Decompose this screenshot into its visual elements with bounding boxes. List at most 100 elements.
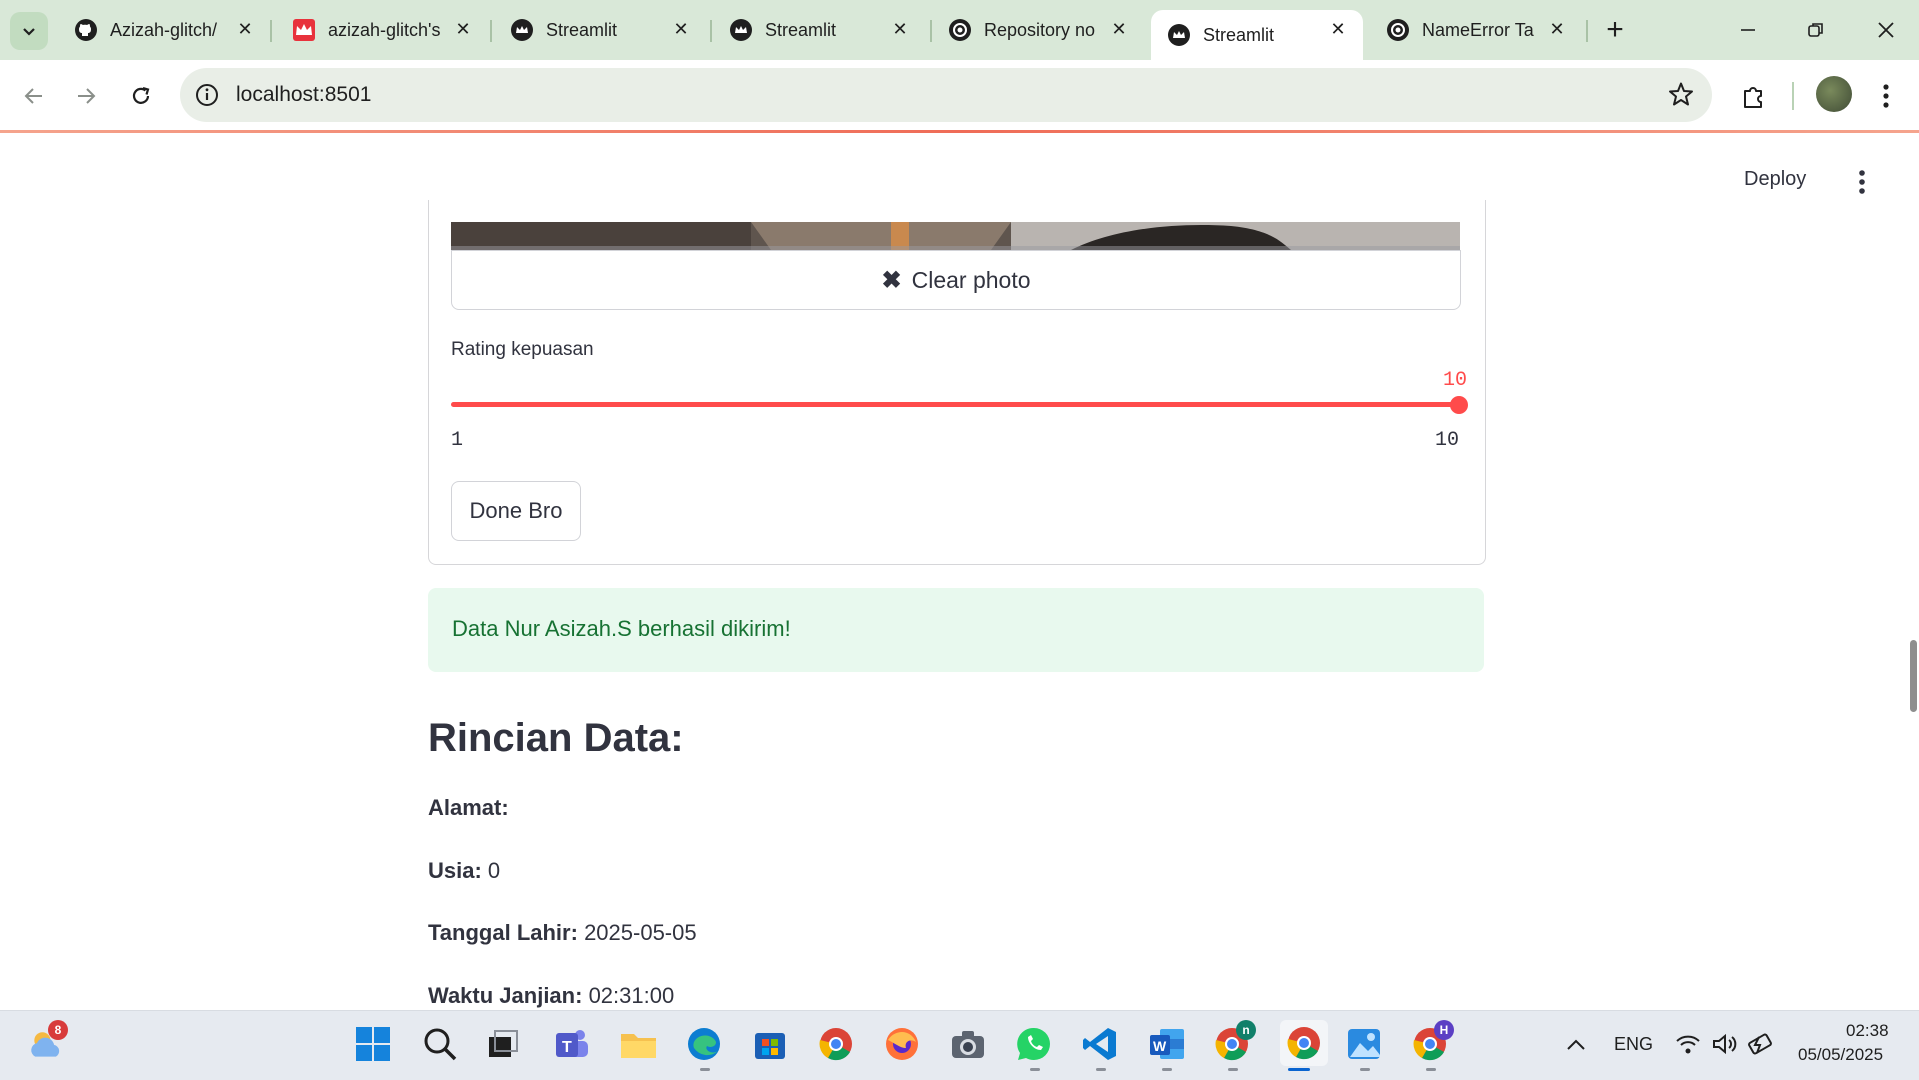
store-app[interactable] bbox=[752, 1026, 788, 1062]
tab-separator bbox=[490, 20, 492, 42]
close-icon[interactable]: ✕ bbox=[1108, 18, 1130, 40]
edge-app[interactable] bbox=[686, 1026, 722, 1062]
main-menu-icon[interactable] bbox=[1852, 168, 1872, 196]
success-message: Data Nur Asizah.S berhasil dikirim! bbox=[452, 616, 791, 641]
tab-search-button[interactable] bbox=[10, 12, 48, 50]
detail-value: 2025-05-05 bbox=[584, 920, 697, 945]
openai-icon bbox=[948, 18, 972, 42]
whatsapp-app[interactable] bbox=[1016, 1026, 1052, 1062]
volume-status[interactable] bbox=[1708, 1026, 1744, 1062]
streamlit-icon bbox=[1167, 23, 1191, 47]
close-icon[interactable]: ✕ bbox=[234, 18, 256, 40]
detail-waktu-janjian: Waktu Janjian: 02:31:00 bbox=[428, 983, 674, 1009]
tab-6-active[interactable]: Streamlit ✕ bbox=[1151, 10, 1363, 60]
close-icon bbox=[1878, 22, 1894, 38]
close-icon[interactable]: ✕ bbox=[889, 18, 911, 40]
folder-icon bbox=[621, 1034, 656, 1058]
restore-button[interactable] bbox=[1796, 12, 1836, 48]
forward-button[interactable] bbox=[68, 78, 104, 114]
photos-app[interactable] bbox=[1346, 1026, 1382, 1062]
running-indicator bbox=[1360, 1068, 1370, 1071]
search-button[interactable] bbox=[422, 1026, 458, 1062]
file-explorer-app[interactable] bbox=[620, 1026, 656, 1062]
task-view-icon bbox=[489, 1030, 518, 1057]
close-icon[interactable]: ✕ bbox=[452, 18, 474, 40]
page-scrollbar[interactable] bbox=[1910, 640, 1917, 712]
page-loading-bar bbox=[0, 130, 1919, 133]
new-tab-button[interactable]: + bbox=[1598, 14, 1632, 48]
profile-badge: n bbox=[1236, 1020, 1256, 1040]
volume-icon bbox=[1713, 1033, 1737, 1055]
slider-thumb[interactable] bbox=[1450, 396, 1468, 414]
deploy-button[interactable]: Deploy bbox=[1744, 168, 1806, 191]
chrome-profile-active-app[interactable] bbox=[1280, 1020, 1328, 1066]
chrome-icon bbox=[1287, 1027, 1320, 1060]
tab-title: azizah-glitch's bbox=[328, 19, 441, 40]
search-icon bbox=[424, 1028, 457, 1061]
teams-icon: T bbox=[556, 1030, 588, 1057]
tab-separator bbox=[1586, 20, 1588, 42]
minimize-button[interactable] bbox=[1728, 12, 1768, 48]
close-window-button[interactable] bbox=[1866, 12, 1906, 48]
detail-usia: Usia: 0 bbox=[428, 858, 500, 884]
tab-title: Streamlit bbox=[1203, 24, 1275, 45]
svg-text:T: T bbox=[562, 1039, 572, 1056]
close-icon[interactable]: ✕ bbox=[670, 18, 692, 40]
photos-icon bbox=[1348, 1029, 1380, 1059]
running-indicator-active bbox=[1288, 1068, 1310, 1071]
tab-4[interactable]: Streamlit ✕ bbox=[713, 10, 925, 50]
firefox-app[interactable] bbox=[884, 1026, 920, 1062]
camera-app[interactable] bbox=[950, 1026, 986, 1062]
chevron-down-icon bbox=[23, 28, 35, 36]
tab-7[interactable]: NameError Ta ✕ bbox=[1370, 10, 1582, 50]
address-bar[interactable]: localhost:8501 bbox=[180, 68, 1712, 122]
chrome-icon bbox=[819, 1028, 852, 1061]
show-hidden-icons-button[interactable] bbox=[1558, 1026, 1594, 1062]
reload-icon bbox=[132, 86, 150, 104]
reload-button[interactable] bbox=[123, 78, 159, 114]
url-text[interactable]: localhost:8501 bbox=[236, 83, 371, 107]
clear-photo-label: Clear photo bbox=[911, 266, 1031, 293]
task-view-button[interactable] bbox=[485, 1026, 521, 1062]
tab-title: Streamlit bbox=[765, 19, 837, 40]
running-indicator bbox=[1162, 1068, 1172, 1071]
info-icon[interactable] bbox=[194, 82, 220, 108]
extensions-button[interactable] bbox=[1736, 78, 1772, 114]
submit-button[interactable]: Done Bro bbox=[451, 481, 581, 541]
chrome-menu-button[interactable] bbox=[1868, 78, 1904, 114]
tab-1[interactable]: Azizah-glitch/ ✕ bbox=[58, 10, 270, 50]
clock-time[interactable]: 02:38 bbox=[1846, 1021, 1889, 1041]
start-button[interactable] bbox=[355, 1026, 391, 1062]
word-app[interactable]: W bbox=[1148, 1026, 1184, 1062]
teams-app[interactable]: T bbox=[554, 1026, 590, 1062]
streamlit-icon bbox=[729, 18, 753, 42]
back-button[interactable] bbox=[16, 78, 52, 114]
language-indicator[interactable]: ENG bbox=[1614, 1034, 1653, 1055]
clear-photo-button[interactable]: ✖ Clear photo bbox=[451, 250, 1461, 310]
tab-2[interactable]: azizah-glitch's ✕ bbox=[276, 10, 488, 50]
tab-5[interactable]: Repository no ✕ bbox=[932, 10, 1144, 50]
tab-title: Azizah-glitch/ bbox=[110, 19, 218, 40]
tab-separator bbox=[710, 20, 712, 42]
star-icon[interactable] bbox=[1668, 81, 1694, 107]
profile-badge: H bbox=[1434, 1020, 1454, 1040]
tab-title: Repository no bbox=[984, 19, 1096, 40]
detail-label: Usia: bbox=[428, 858, 482, 883]
slider-track[interactable] bbox=[451, 402, 1459, 407]
chrome-app[interactable] bbox=[818, 1026, 854, 1062]
tab-strip: Azizah-glitch/ ✕ azizah-glitch's ✕ Strea… bbox=[0, 0, 1919, 60]
running-indicator bbox=[700, 1068, 710, 1071]
wifi-status[interactable] bbox=[1670, 1026, 1706, 1062]
clock-date[interactable]: 05/05/2025 bbox=[1798, 1045, 1883, 1065]
github-icon bbox=[74, 18, 98, 42]
vscode-app[interactable] bbox=[1082, 1026, 1118, 1062]
slider-max-label: 10 bbox=[1435, 429, 1460, 452]
profile-avatar[interactable] bbox=[1816, 76, 1852, 112]
close-icon[interactable]: ✕ bbox=[1327, 18, 1349, 40]
tab-3[interactable]: Streamlit ✕ bbox=[494, 10, 706, 50]
close-icon[interactable]: ✕ bbox=[1546, 18, 1568, 40]
battery-status[interactable] bbox=[1744, 1026, 1780, 1062]
detail-label: Waktu Janjian: bbox=[428, 983, 583, 1008]
svg-text:W: W bbox=[1153, 1038, 1167, 1054]
wifi-icon bbox=[1676, 1035, 1700, 1054]
